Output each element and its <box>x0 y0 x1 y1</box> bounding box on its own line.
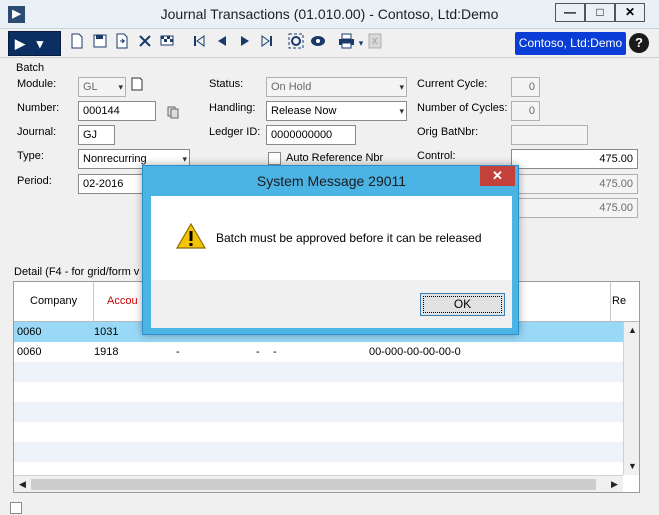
chevron-down-icon: ▾ <box>118 82 123 92</box>
excel-icon: X <box>366 33 384 53</box>
cell-subaccount: 00-000-00-00-00-0 <box>369 346 461 358</box>
type-label: Type: <box>17 150 44 162</box>
company-badge[interactable]: Contoso, Ltd:Demo <box>515 32 626 55</box>
journal-field[interactable]: GJ <box>78 125 115 145</box>
logo-arrow-icon: ▶ <box>15 36 25 51</box>
period-field[interactable]: 02-2016 <box>78 174 148 194</box>
cell-account: 1031 <box>94 326 119 338</box>
number-lookup-icon[interactable] <box>166 104 180 124</box>
minimize-button[interactable]: — <box>555 3 585 22</box>
scroll-left-icon[interactable]: ◀ <box>14 476 31 492</box>
journal-label: Journal: <box>17 126 57 138</box>
app-menu-button[interactable]: ▶ ▾ <box>8 31 61 56</box>
column-separator[interactable] <box>610 282 611 322</box>
module-lookup-icon[interactable] <box>129 76 145 96</box>
cell-task: - <box>273 346 277 358</box>
number-field[interactable]: 000144 <box>78 101 156 121</box>
column-header-ref[interactable]: Re <box>612 295 626 307</box>
copy-icon[interactable] <box>113 33 131 53</box>
cell-company: 0060 <box>17 326 42 338</box>
dialog-footer: OK <box>151 280 512 328</box>
handling-select[interactable]: Release Now ▾ <box>266 101 407 121</box>
table-row-empty[interactable] <box>14 402 623 422</box>
svg-text:X: X <box>372 37 378 46</box>
ok-button[interactable]: OK <box>420 293 505 316</box>
first-icon[interactable] <box>190 33 208 53</box>
scroll-down-icon[interactable]: ▼ <box>624 458 639 475</box>
status-field: On Hold ▾ <box>266 77 407 97</box>
cell-sub: - <box>176 346 180 358</box>
previous-icon[interactable] <box>213 33 231 53</box>
column-header-account[interactable]: Accou <box>107 295 138 307</box>
handling-value: Release Now <box>271 105 337 117</box>
handling-label: Handling: <box>209 102 256 114</box>
refresh-icon[interactable] <box>287 33 305 53</box>
cell-project: - <box>256 346 260 358</box>
orig-batnbr-field <box>511 125 588 145</box>
ledger-field[interactable]: 0000000000 <box>266 125 356 145</box>
finish-icon[interactable] <box>158 33 176 53</box>
maximize-button[interactable]: □ <box>585 3 615 22</box>
debit-total-field: 475.00 <box>511 174 638 194</box>
save-icon[interactable] <box>91 33 109 53</box>
scroll-thumb[interactable] <box>31 479 596 490</box>
help-button[interactable]: ? <box>629 33 649 53</box>
cell-company: 0060 <box>17 346 42 358</box>
chevron-down-icon: ▾ <box>36 36 44 51</box>
table-row-empty[interactable] <box>14 442 623 462</box>
table-row-empty[interactable] <box>14 382 623 402</box>
dialog-close-button[interactable]: ✕ <box>480 166 515 186</box>
detail-label: Detail (F4 - for grid/form v <box>14 266 140 278</box>
number-label: Number: <box>17 102 60 114</box>
dialog-title: System Message 29011 <box>256 173 407 189</box>
credit-total-field: 475.00 <box>511 198 638 218</box>
module-value: GL <box>83 81 98 93</box>
delete-icon[interactable] <box>136 33 154 53</box>
column-separator[interactable] <box>93 282 94 322</box>
view-icon[interactable] <box>309 33 327 53</box>
current-cycle-label: Current Cycle: <box>417 78 488 90</box>
type-value: Nonrecurring <box>83 153 147 165</box>
control-label: Control: <box>417 150 456 162</box>
new-icon[interactable] <box>68 33 86 53</box>
chevron-down-icon: ▾ <box>399 106 404 116</box>
close-button[interactable]: ✕ <box>615 3 645 22</box>
cell-account: 1918 <box>94 346 119 358</box>
num-cycles-field: 0 <box>511 101 540 121</box>
toolbar: ▶ ▾ ▾ X Contoso, Ltd:Demo ? <box>0 29 659 58</box>
status-label: Status: <box>209 78 244 90</box>
system-message-dialog: System Message 29011 ✕ Batch must be app… <box>142 165 519 335</box>
chevron-down-icon: ▾ <box>399 82 404 92</box>
module-label: Module: <box>17 78 57 90</box>
auto-ref-label: Auto Reference Nbr <box>286 152 384 164</box>
last-icon[interactable] <box>258 33 276 53</box>
next-icon[interactable] <box>236 33 254 53</box>
status-checkbox[interactable] <box>10 502 22 514</box>
scroll-right-icon[interactable]: ▶ <box>606 476 623 492</box>
num-cycles-label: Number of Cycles: <box>417 102 508 114</box>
vertical-scrollbar[interactable]: ▲ ▼ <box>623 322 639 475</box>
status-bar <box>0 498 659 515</box>
scroll-up-icon[interactable]: ▲ <box>624 322 639 339</box>
horizontal-scrollbar[interactable]: ◀ ▶ <box>14 475 623 492</box>
table-row-empty[interactable] <box>14 422 623 442</box>
control-field[interactable]: 475.00 <box>511 149 638 169</box>
ledger-label: Ledger ID: <box>209 126 261 138</box>
table-row-empty[interactable] <box>14 362 623 382</box>
dialog-message: Batch must be approved before it can be … <box>216 231 482 245</box>
current-cycle-field: 0 <box>511 77 540 97</box>
column-header-company[interactable]: Company <box>30 295 77 307</box>
dialog-body: Batch must be approved before it can be … <box>151 196 512 328</box>
orig-batnbr-label: Orig BatNbr: <box>417 126 479 138</box>
status-value: On Hold <box>271 81 312 93</box>
title-bar: ▶ Journal Transactions (01.010.00) - Con… <box>0 0 659 29</box>
table-row[interactable]: 0060 1918 - - - 00-000-00-00-00-0 <box>14 342 623 362</box>
warning-icon <box>175 222 207 249</box>
module-field: GL ▾ <box>78 77 126 97</box>
batch-group-label: Batch <box>16 62 45 74</box>
period-label: Period: <box>17 175 52 187</box>
auto-ref-checkbox[interactable] <box>268 152 281 165</box>
